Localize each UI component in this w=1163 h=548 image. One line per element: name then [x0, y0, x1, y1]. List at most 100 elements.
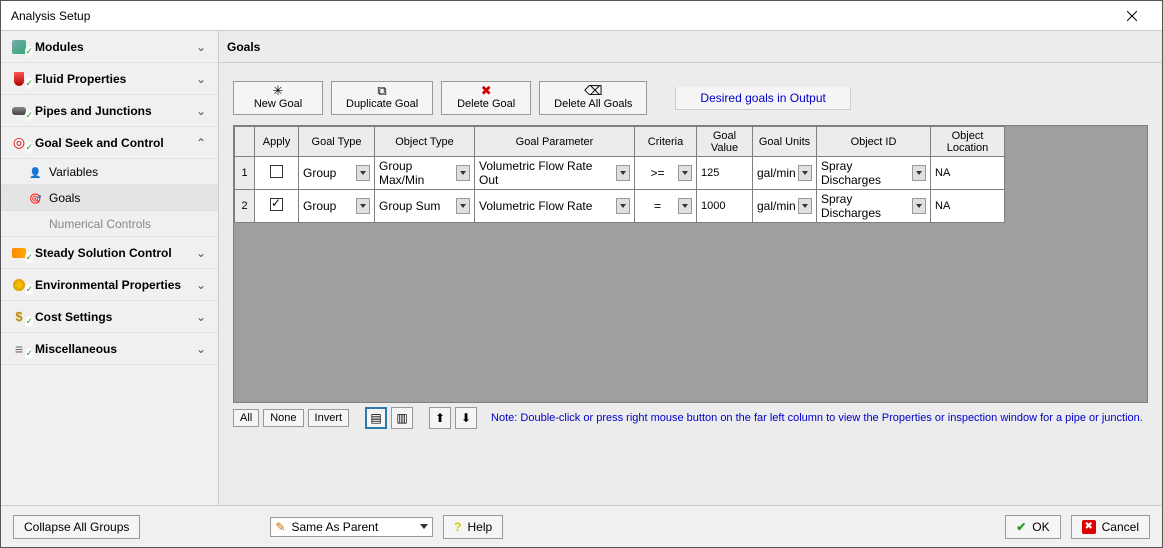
delete-icon: ✖ — [456, 84, 516, 98]
col-goal-parameter: Goal Parameter — [475, 127, 635, 157]
collapse-all-button[interactable]: Collapse All Groups — [13, 515, 140, 539]
criteria-cell[interactable]: = — [635, 190, 697, 223]
col-goal-units: Goal Units — [753, 127, 817, 157]
page-title: Goals — [227, 40, 260, 54]
apply-checkbox[interactable] — [270, 165, 283, 178]
titlebar: Analysis Setup — [1, 1, 1162, 31]
dropdown-icon[interactable] — [912, 165, 926, 181]
select-all-button[interactable]: All — [233, 409, 259, 427]
sidebar-item-steady-solution[interactable]: Steady Solution Control ⌄ — [1, 237, 218, 269]
new-goal-button[interactable]: ✳ New Goal — [233, 81, 323, 115]
sidebar-item-fluid-properties[interactable]: Fluid Properties ⌄ — [1, 63, 218, 95]
help-label: Help — [468, 520, 493, 534]
delete-all-icon: ⌫ — [554, 84, 632, 98]
goal-units-cell[interactable]: gal/min — [753, 157, 817, 190]
dropdown-icon[interactable] — [456, 165, 470, 181]
dropdown-icon[interactable] — [356, 165, 370, 181]
col-goal-type: Goal Type — [299, 127, 375, 157]
sidebar-sub-variables[interactable]: Variables — [1, 159, 218, 185]
sidebar-item-goal-seek[interactable]: Goal Seek and Control ⌃ — [1, 127, 218, 159]
goal-units-cell[interactable]: gal/min — [753, 190, 817, 223]
sidebar-sub-numerical[interactable]: Numerical Controls — [1, 211, 218, 237]
sidebar: Modules ⌄ Fluid Properties ⌄ Pipes and J… — [1, 31, 219, 506]
sidebar-item-label: Environmental Properties — [35, 278, 196, 292]
dropdown-icon[interactable] — [678, 165, 692, 181]
desired-goals-link[interactable]: Desired goals in Output — [675, 87, 850, 110]
view-mode-1-button[interactable]: ▤ — [365, 407, 387, 429]
move-up-button[interactable]: ⬆ — [429, 407, 451, 429]
col-object-location: Object Location — [931, 127, 1005, 157]
dropdown-icon[interactable] — [356, 198, 370, 214]
cancel-label: Cancel — [1102, 520, 1139, 534]
dropdown-icon[interactable] — [798, 165, 812, 181]
object-id-cell[interactable]: Spray Discharges — [817, 157, 931, 190]
goal-parameter-cell[interactable]: Volumetric Flow Rate Out — [475, 157, 635, 190]
select-none-button[interactable]: None — [263, 409, 303, 427]
select-invert-button[interactable]: Invert — [308, 409, 350, 427]
sidebar-item-cost-settings[interactable]: Cost Settings ⌄ — [1, 301, 218, 333]
same-as-parent-combo[interactable]: ✎ Same As Parent — [270, 517, 433, 537]
object-location-cell[interactable]: NA — [931, 157, 1005, 190]
sidebar-item-pipes-junctions[interactable]: Pipes and Junctions ⌄ — [1, 95, 218, 127]
sidebar-item-label: Steady Solution Control — [35, 246, 196, 260]
sidebar-sub-label: Numerical Controls — [49, 217, 151, 231]
close-icon — [1127, 11, 1137, 21]
chevron-down-icon: ⌄ — [196, 342, 210, 356]
main-area: Modules ⌄ Fluid Properties ⌄ Pipes and J… — [1, 31, 1162, 506]
sidebar-item-miscellaneous[interactable]: Miscellaneous ⌄ — [1, 333, 218, 365]
dropdown-icon[interactable] — [456, 198, 470, 214]
col-criteria: Criteria — [635, 127, 697, 157]
dropdown-icon[interactable] — [912, 198, 926, 214]
delete-goal-button[interactable]: ✖ Delete Goal — [441, 81, 531, 115]
dropdown-icon[interactable] — [798, 198, 812, 214]
goal-icon — [9, 135, 29, 151]
sidebar-sub-goals[interactable]: Goals — [1, 185, 218, 211]
grid-bottombar: All None Invert ▤ ▥ ⬆ ⬇ Note: Double-cli… — [219, 403, 1162, 433]
dropdown-icon[interactable] — [678, 198, 692, 214]
goal-type-cell[interactable]: Group — [299, 190, 375, 223]
sidebar-item-environmental[interactable]: Environmental Properties ⌄ — [1, 269, 218, 301]
goal-parameter-cell[interactable]: Volumetric Flow Rate — [475, 190, 635, 223]
goal-value-cell[interactable]: 125 — [697, 157, 753, 190]
help-button[interactable]: ? Help — [443, 515, 503, 539]
duplicate-goal-button[interactable]: ⧉ Duplicate Goal — [331, 81, 433, 115]
sidebar-item-label: Pipes and Junctions — [35, 104, 196, 118]
dropdown-icon — [420, 524, 428, 529]
apply-cell[interactable] — [255, 190, 299, 223]
col-object-type: Object Type — [375, 127, 475, 157]
apply-cell[interactable] — [255, 157, 299, 190]
delete-all-goals-button[interactable]: ⌫ Delete All Goals — [539, 81, 647, 115]
edit-icon: ✎ — [275, 520, 285, 534]
object-id-cell[interactable]: Spray Discharges — [817, 190, 931, 223]
criteria-cell[interactable]: >= — [635, 157, 697, 190]
dropdown-icon[interactable] — [616, 165, 630, 181]
close-button[interactable] — [1112, 6, 1152, 26]
goal-value-cell[interactable]: 1000 — [697, 190, 753, 223]
object-type-cell[interactable]: Group Max/Min — [375, 157, 475, 190]
goals-icon — [29, 191, 45, 205]
row-number[interactable]: 1 — [235, 157, 255, 190]
dropdown-icon[interactable] — [616, 198, 630, 214]
window-title: Analysis Setup — [11, 9, 1112, 23]
object-type-cell[interactable]: Group Sum — [375, 190, 475, 223]
sidebar-item-label: Modules — [35, 40, 196, 54]
col-rownum — [235, 127, 255, 157]
columns-icon: ▥ — [396, 411, 407, 425]
row-number[interactable]: 2 — [235, 190, 255, 223]
object-location-cell[interactable]: NA — [931, 190, 1005, 223]
chevron-down-icon: ⌄ — [196, 310, 210, 324]
delete-all-goals-label: Delete All Goals — [554, 98, 632, 110]
view-mode-2-button[interactable]: ▥ — [391, 407, 413, 429]
new-icon: ✳ — [248, 84, 308, 98]
cancel-button[interactable]: ✖ Cancel — [1071, 515, 1150, 539]
duplicate-icon: ⧉ — [346, 84, 418, 98]
ok-button[interactable]: ✔ OK — [1005, 515, 1060, 539]
move-down-button[interactable]: ⬇ — [455, 407, 477, 429]
sidebar-item-label: Cost Settings — [35, 310, 196, 324]
apply-checkbox[interactable] — [270, 198, 283, 211]
chevron-down-icon: ⌄ — [196, 104, 210, 118]
goal-type-cell[interactable]: Group — [299, 157, 375, 190]
sidebar-item-modules[interactable]: Modules ⌄ — [1, 31, 218, 63]
col-goal-value: Goal Value — [697, 127, 753, 157]
table-row: 1 GroupGroup Max/MinVolumetric Flow Rate … — [235, 157, 1005, 190]
